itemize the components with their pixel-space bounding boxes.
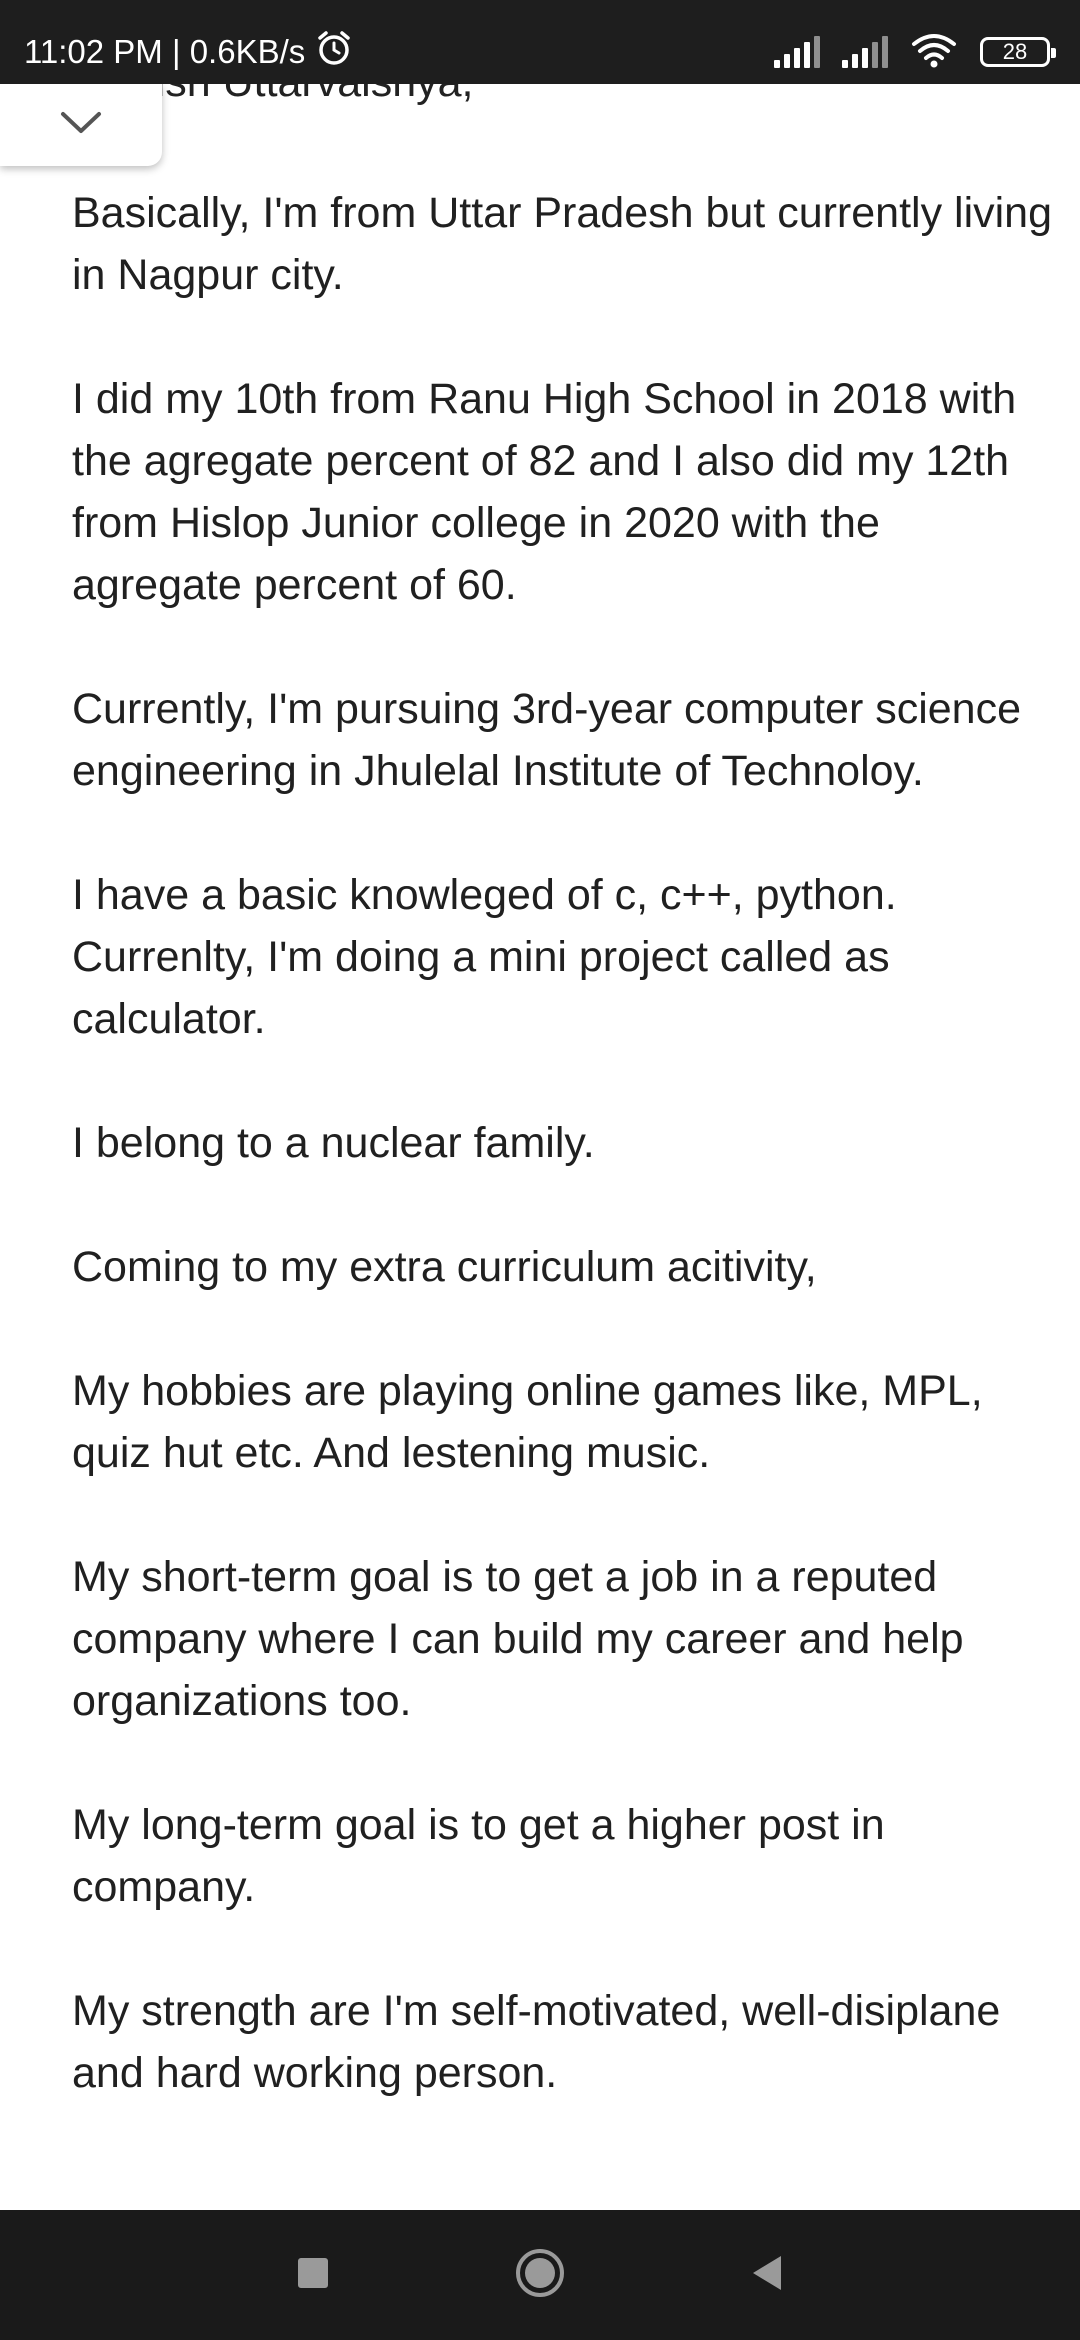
paragraph: My short-term goal is to get a job in a … (72, 1553, 964, 1725)
paragraph: My strength are I'm self-motivated, well… (72, 1987, 1001, 2097)
collapse-button[interactable] (0, 84, 162, 166)
circle-icon (514, 2247, 566, 2304)
chevron-down-icon (59, 110, 103, 141)
signal-icon (774, 36, 820, 68)
paragraph: Coming to my extra curriculum acitivity, (72, 1243, 817, 1291)
navigation-bar (0, 2210, 1080, 2340)
paragraph: I have a basic knowleged of c, c++, pyth… (72, 871, 897, 1043)
paragraph: Currently, I'm pursuing 3rd-year compute… (72, 685, 1022, 795)
wifi-icon (910, 32, 958, 73)
triangle-back-icon (749, 2253, 785, 2298)
home-button[interactable] (500, 2235, 580, 2315)
square-icon (296, 2256, 330, 2295)
paragraph: I did my 10th from Ranu High School in 2… (72, 375, 1017, 609)
recents-button[interactable] (273, 2235, 353, 2315)
paragraph: My hobbies are playing online games like… (72, 1367, 983, 1477)
status-bar: 11:02 PM | 0.6KB/s 28 (0, 0, 1080, 84)
battery-icon: 28 (980, 37, 1056, 67)
text-body: Basically, I'm from Uttar Pradesh but cu… (72, 182, 1052, 2166)
status-time-speed: 11:02 PM | 0.6KB/s (24, 33, 306, 70)
paragraph: I belong to a nuclear family. (72, 1119, 595, 1167)
back-button[interactable] (727, 2235, 807, 2315)
battery-level: 28 (1002, 39, 1028, 64)
message-content[interactable]: Manish Uttarvalshya, Basically, I'm from… (0, 84, 1080, 2210)
paragraph: Basically, I'm from Uttar Pradesh but cu… (72, 189, 1053, 299)
paragraph: My long-term goal is to get a higher pos… (72, 1801, 885, 1911)
alarm-clock-icon (315, 29, 353, 75)
signal-icon (842, 36, 888, 68)
